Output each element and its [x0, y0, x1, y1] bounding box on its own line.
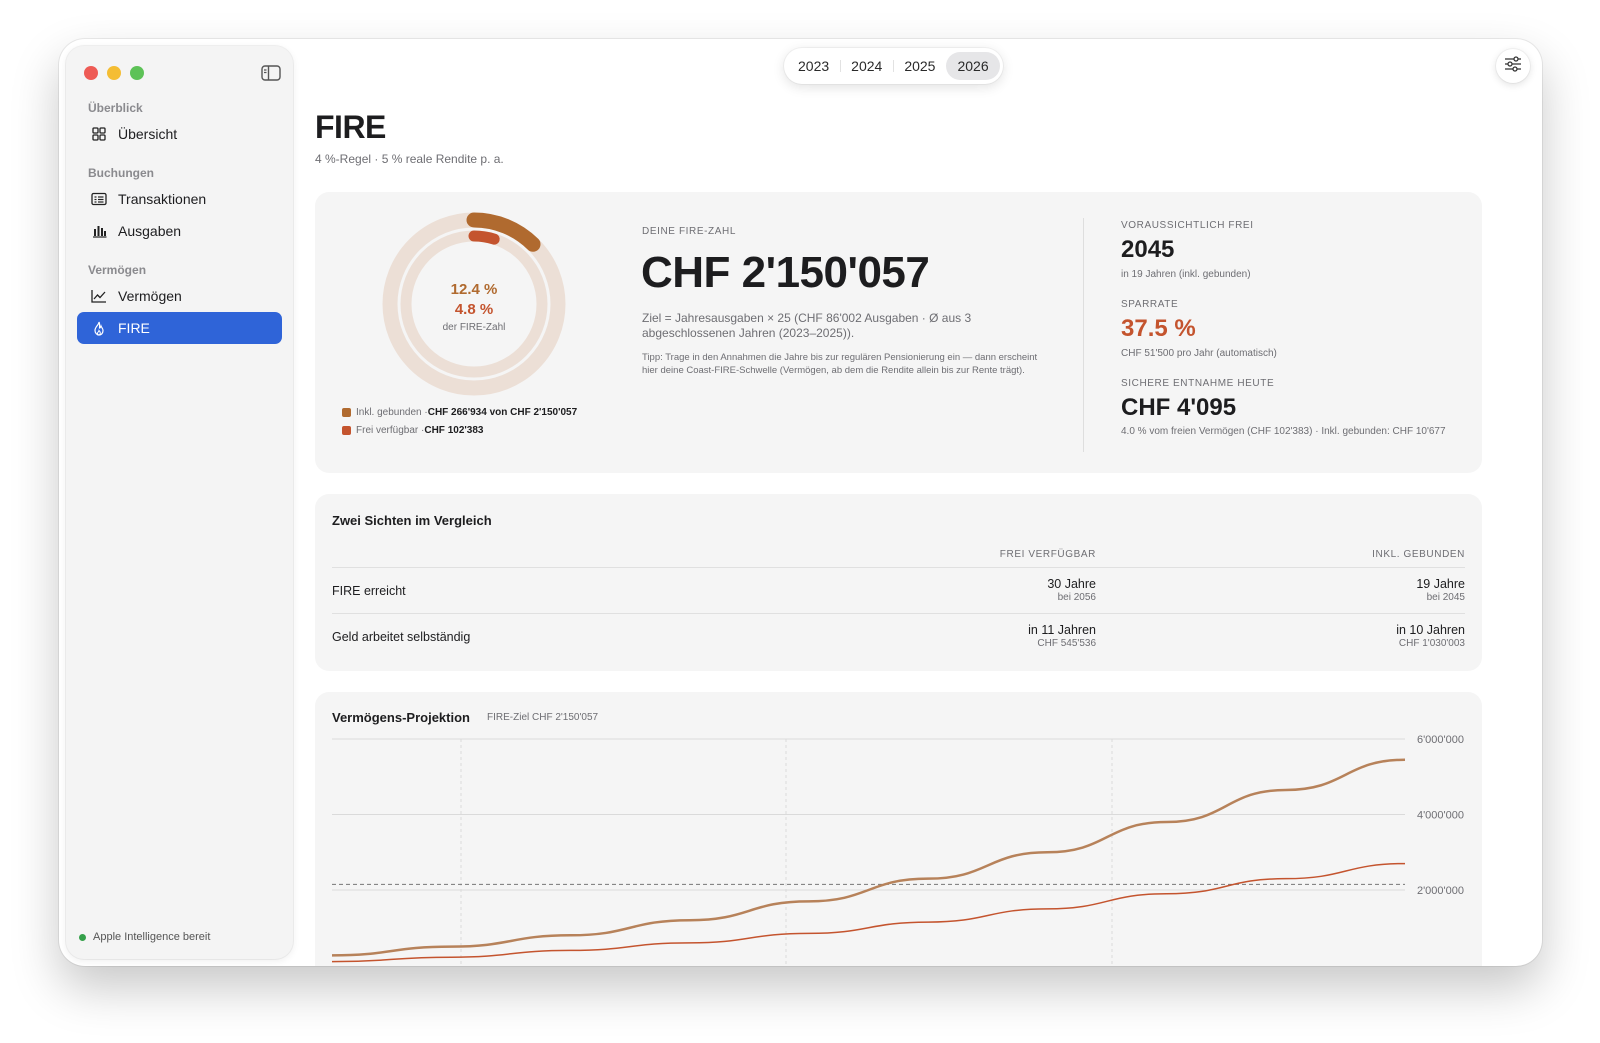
row-value-frei: in 11 Jahren CHF 545'536 — [896, 623, 1096, 649]
sidebar: Überblick Übersicht Buchungen Transaktio… — [66, 46, 293, 959]
sidebar-item-label: Transaktionen — [118, 191, 207, 207]
nav-section-vermoegen: Vermögen — [88, 263, 147, 277]
ai-status-text: Apple Intelligence bereit — [93, 931, 211, 943]
legend-label: Inkl. gebunden · — [356, 407, 428, 418]
page-subtitle: 4 %-Regel · 5 % reale Rendite p. a. — [315, 152, 504, 166]
legend-value: CHF 266'934 von CHF 2'150'057 — [427, 407, 578, 418]
year-option-2026[interactable]: 2026 — [946, 52, 1000, 80]
sidebar-item-transaktionen[interactable]: Transaktionen — [77, 183, 282, 215]
sidebar-item-label: Ausgaben — [118, 223, 182, 239]
year-segmented-control: 2023 2024 2025 2026 — [784, 48, 1003, 84]
y-tick-label: 2'000'000 — [1417, 885, 1464, 897]
close-window-button[interactable] — [84, 66, 98, 80]
stat-value-savings-rate: 37.5 % — [1121, 315, 1196, 342]
fire-progress-ring: 12.4 % 4.8 % der FIRE-Zahl — [379, 209, 569, 399]
ring-percent-frei: 4.8 % — [454, 300, 494, 318]
y-tick-label: 6'000'000 — [1417, 734, 1464, 746]
ai-status: Apple Intelligence bereit — [79, 931, 210, 943]
year-option-2025[interactable]: 2025 — [893, 52, 946, 80]
value-sub: bei 2045 — [1426, 592, 1465, 603]
sidebar-toggle-icon[interactable] — [261, 65, 281, 81]
sidebar-item-label: Übersicht — [118, 126, 178, 142]
sidebar-item-ausgaben[interactable]: Ausgaben — [77, 215, 282, 247]
legend-item-frei: Frei verfügbar · CHF 102'383 — [342, 425, 483, 436]
stat-label-free-year: VORAUSSICHTLICH FREI — [1121, 220, 1254, 231]
status-dot — [79, 933, 86, 941]
legend-value: CHF 102'383 — [424, 425, 484, 436]
ring-center: 12.4 % 4.8 % der FIRE-Zahl — [379, 209, 569, 399]
y-tick-label: 4'000'000 — [1417, 810, 1464, 822]
series-line-frei — [331, 862, 1406, 963]
sidebar-item-label: Vermögen — [118, 288, 182, 304]
column-header-frei: FREI VERFÜGBAR — [999, 549, 1096, 560]
value-sub: CHF 1'030'003 — [1398, 638, 1465, 649]
legend-swatch — [342, 408, 351, 417]
fire-tip-text: Tipp: Trage in den Annahmen die Jahre bi… — [642, 352, 1038, 376]
grid-icon — [91, 126, 107, 142]
stat-label-safe-withdrawal: SICHERE ENTNAHME HEUTE — [1121, 378, 1275, 389]
legend-label: Frei verfügbar · — [356, 425, 425, 436]
value-sub: bei 2056 — [1057, 592, 1096, 603]
row-value-frei: 30 Jahre bei 2056 — [896, 577, 1096, 603]
year-option-2024[interactable]: 2024 — [840, 52, 893, 80]
stat-note-free-year: in 19 Jahren (inkl. gebunden) — [1121, 269, 1251, 280]
sliders-icon — [1504, 55, 1522, 77]
bar-chart-icon — [91, 223, 107, 239]
column-header-inkl: INKL. GEBUNDEN — [1372, 549, 1465, 560]
stat-label-savings-rate: SPARRATE — [1121, 299, 1179, 310]
legend-item-inkl: Inkl. gebunden · CHF 266'934 von CHF 2'1… — [342, 407, 577, 418]
value-main: 19 Jahre — [1416, 577, 1465, 591]
row-label-money-works: Geld arbeitet selbständig — [332, 630, 471, 644]
sidebar-item-vermoegen[interactable]: Vermögen — [77, 280, 282, 312]
ring-percent-inkl: 12.4 % — [450, 280, 498, 298]
app-window: Überblick Übersicht Buchungen Transaktio… — [59, 39, 1542, 966]
minimize-window-button[interactable] — [107, 66, 121, 80]
divider — [1083, 218, 1084, 452]
row-value-inkl: in 10 Jahren CHF 1'030'003 — [1265, 623, 1465, 649]
stat-value-safe-withdrawal: CHF 4'095 — [1121, 394, 1237, 421]
sidebar-item-label: FIRE — [118, 320, 150, 336]
list-icon — [91, 191, 107, 207]
row-divider — [332, 613, 1465, 614]
header-divider — [332, 567, 1465, 568]
projection-card: Vermögens-Projektion FIRE-Ziel CHF 2'150… — [315, 692, 1482, 966]
year-option-2023[interactable]: 2023 — [787, 52, 840, 80]
settings-button[interactable] — [1496, 49, 1530, 83]
comparison-card: Zwei Sichten im Vergleich FREI VERFÜGBAR… — [315, 494, 1482, 671]
line-chart-icon — [91, 288, 107, 304]
value-main: in 10 Jahren — [1396, 623, 1465, 637]
sidebar-item-uebersicht[interactable]: Übersicht — [77, 118, 282, 150]
value-sub: CHF 545'536 — [1037, 638, 1096, 649]
nav-section-buchungen: Buchungen — [88, 166, 154, 180]
zoom-window-button[interactable] — [130, 66, 144, 80]
ring-caption: der FIRE-Zahl — [442, 321, 506, 333]
sidebar-item-fire[interactable]: FIRE — [77, 312, 282, 344]
row-value-inkl: 19 Jahre bei 2045 — [1265, 577, 1465, 603]
value-main: in 11 Jahren — [1028, 623, 1096, 637]
stat-note-savings-rate: CHF 51'500 pro Jahr (automatisch) — [1121, 348, 1277, 359]
fire-number-value: CHF 2'150'057 — [641, 248, 930, 297]
series-line-inkl — [331, 758, 1406, 957]
legend-swatch — [342, 426, 351, 435]
comparison-title: Zwei Sichten im Vergleich — [332, 513, 492, 528]
fire-goal-text: Ziel = Jahresausgaben × 25 (CHF 86'002 A… — [642, 311, 972, 340]
flame-icon — [91, 320, 107, 336]
fire-number-label: DEINE FIRE-ZAHL — [642, 226, 737, 237]
row-label-fire-reached: FIRE erreicht — [332, 584, 406, 598]
stat-note-safe-withdrawal: 4.0 % vom freien Vermögen (CHF 102'383) … — [1121, 426, 1446, 437]
value-main: 30 Jahre — [1047, 577, 1096, 591]
stat-value-free-year: 2045 — [1121, 236, 1175, 263]
fire-summary-card: 12.4 % 4.8 % der FIRE-Zahl Inkl. gebunde… — [315, 192, 1482, 473]
page-title: FIRE — [315, 109, 386, 145]
nav-section-ueberblick: Überblick — [88, 101, 143, 115]
projection-chart: 6'000'000 4'000'000 2'000'000 — [331, 734, 1464, 966]
